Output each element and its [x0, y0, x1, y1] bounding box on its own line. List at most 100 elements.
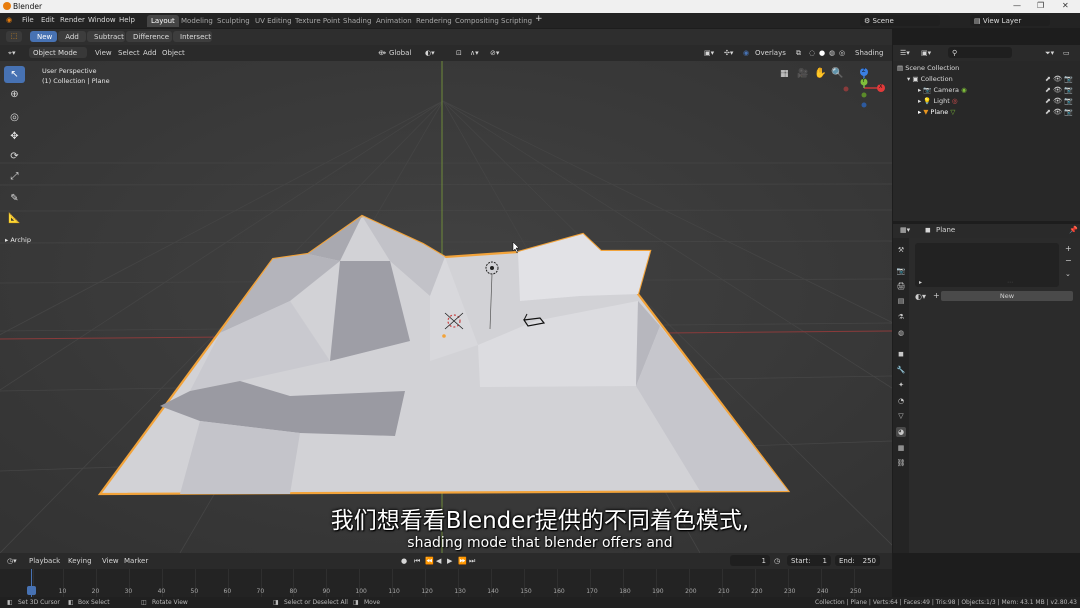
jump-end-icon[interactable]: ⏭ — [469, 557, 475, 566]
gizmo-toggle-icon[interactable]: ✣▾ — [724, 49, 733, 57]
timeline-editor-icon[interactable]: ◷▾ — [7, 557, 17, 565]
list-expand-icon[interactable]: ▸ — [919, 279, 922, 286]
menu-marker[interactable]: Marker — [124, 557, 148, 565]
box-select-tool-icon[interactable]: ⬚ — [6, 31, 22, 42]
shading-rendered-icon[interactable]: ◎ — [839, 49, 845, 57]
shading-solid-icon[interactable]: ● — [819, 49, 825, 57]
cursor-tool-icon[interactable]: ⊕ — [4, 86, 25, 103]
shading-lookdev-icon[interactable]: ◍ — [829, 49, 835, 57]
close-icon[interactable]: ✕ — [1062, 1, 1069, 10]
physics-tab-icon[interactable]: ◔ — [896, 396, 906, 406]
scene-selector[interactable]: ⚙ Scene — [860, 15, 940, 26]
menu-add[interactable]: Add — [143, 49, 157, 57]
end-frame-field[interactable]: End: 250 — [835, 555, 880, 566]
snap-icon[interactable]: ⊡ — [456, 49, 462, 57]
menu-window[interactable]: Window — [88, 16, 116, 24]
tab-compositing[interactable]: Compositing — [451, 15, 503, 27]
maximize-icon[interactable]: ❐ — [1037, 1, 1044, 10]
blender-menu-icon[interactable]: ◉ — [6, 16, 12, 24]
pivot-icon[interactable]: ◐▾ — [425, 49, 435, 57]
tab-layout[interactable]: Layout — [147, 15, 179, 27]
tab-modeling[interactable]: Modeling — [177, 15, 217, 27]
texture-tab-icon[interactable]: ▦ — [896, 443, 906, 453]
view-layer-selector[interactable]: ▤ View Layer — [970, 15, 1050, 26]
jump-keyframe-forward-icon[interactable]: ⏩ — [458, 557, 467, 565]
jump-keyframe-back-icon[interactable]: ⏪ — [425, 557, 434, 565]
current-frame-field[interactable]: 1 — [730, 555, 770, 566]
output-tab-icon[interactable]: 🖨 — [896, 281, 906, 291]
pin-icon[interactable]: 📌 — [1069, 226, 1078, 234]
material-browse-icon[interactable]: ◐▾ — [915, 292, 926, 301]
record-icon[interactable]: ● — [401, 557, 407, 565]
start-frame-field[interactable]: Start: 1 — [787, 555, 831, 566]
collection-exclude-icon[interactable]: ⬈ 👁 📷 — [1045, 75, 1073, 83]
new-material-button[interactable]: New — [941, 291, 1073, 301]
constraints-tab-icon[interactable]: ⛓ — [896, 458, 906, 468]
viewport-visibility-icon[interactable]: ▣▾ — [704, 49, 714, 57]
pan-view-icon[interactable]: ✋ — [814, 68, 826, 79]
shading-dropdown[interactable]: Shading — [855, 49, 883, 57]
menu-playback[interactable]: Playback — [29, 557, 60, 565]
object-mode-dropdown[interactable]: Object Mode — [29, 47, 87, 58]
rotate-tool-icon[interactable]: ⟳ — [4, 148, 25, 165]
view-layer-tab-icon[interactable]: ▤ — [896, 296, 906, 306]
add-slot-icon[interactable]: + — [1065, 244, 1072, 253]
move-tool-icon-alt[interactable]: ◎ — [4, 109, 25, 126]
overlays-toggle-icon[interactable]: ◉ — [743, 49, 749, 57]
mode-subtract-button[interactable]: Subtract — [87, 31, 125, 42]
mode-new-button[interactable]: New — [30, 31, 57, 42]
tab-texture-point[interactable]: Texture Point — [291, 15, 344, 27]
3d-viewport[interactable]: Z X Y User Perspective (1) Collection | … — [0, 61, 892, 553]
material-tab-icon[interactable]: ◕ — [896, 427, 906, 437]
mode-add-button[interactable]: Add — [58, 31, 86, 42]
xray-toggle-icon[interactable]: ⧉ — [796, 49, 801, 58]
tab-shading[interactable]: Shading — [339, 15, 375, 27]
tab-rendering[interactable]: Rendering — [412, 15, 456, 27]
proportional-edit-icon[interactable]: ∧▾ — [470, 49, 479, 57]
play-reverse-icon[interactable]: ◀ — [436, 557, 441, 565]
move-tool-icon[interactable]: ✥ — [4, 128, 25, 145]
use-preview-range-icon[interactable]: ◷ — [774, 557, 780, 565]
menu-file[interactable]: File — [22, 16, 34, 24]
menu-timeline-view[interactable]: View — [102, 557, 119, 565]
world-tab-icon[interactable]: ◍ — [896, 328, 906, 338]
camera-visibility-icon[interactable]: ⬈ 👁 📷 — [1045, 86, 1073, 94]
jump-start-icon[interactable]: ⏮ — [414, 557, 420, 566]
menu-render[interactable]: Render — [60, 16, 85, 24]
menu-select[interactable]: Select — [118, 49, 140, 57]
render-tab-icon[interactable]: 📷 — [896, 266, 906, 276]
tab-sculpting[interactable]: Sculpting — [213, 15, 254, 27]
mode-difference-button[interactable]: Difference — [126, 31, 172, 42]
mode-intersect-button[interactable]: Intersect — [173, 31, 212, 42]
tab-uv-editing[interactable]: UV Editing — [251, 15, 296, 27]
menu-object[interactable]: Object — [162, 49, 185, 57]
menu-edit[interactable]: Edit — [41, 16, 55, 24]
archip-panel-label[interactable]: ▸ Archip — [5, 236, 31, 244]
display-mode-icon[interactable]: ▣▾ — [921, 49, 931, 57]
menu-help[interactable]: Help — [119, 16, 135, 24]
light-visibility-icon[interactable]: ⬈ 👁 📷 — [1045, 97, 1073, 105]
minimize-icon[interactable]: — — [1013, 1, 1021, 10]
plane-visibility-icon[interactable]: ⬈ 👁 📷 — [1045, 108, 1073, 116]
properties-editor-icon[interactable]: ▦▾ — [900, 226, 910, 234]
modifier-tab-icon[interactable]: 🔧 — [896, 365, 906, 375]
editor-type-icon[interactable]: ⌖▾ — [8, 49, 15, 58]
playhead-handle[interactable] — [27, 586, 36, 595]
shading-wireframe-icon[interactable]: ◌ — [809, 49, 815, 57]
material-slot-list[interactable]: ▸ ⋯ — [915, 243, 1059, 287]
menu-keying[interactable]: Keying — [68, 557, 92, 565]
list-resize-handle[interactable]: ⋯ — [1007, 279, 1013, 286]
tool-tab-icon[interactable]: ⚒ — [896, 245, 906, 255]
timeline[interactable]: 1102030405060708090100110120130140150160… — [0, 569, 892, 597]
toggle-camera-grid-icon[interactable]: ▦ — [780, 69, 789, 79]
add-workspace-icon[interactable]: + — [535, 14, 543, 24]
measure-tool-icon[interactable]: 📐 — [4, 210, 25, 227]
menu-view[interactable]: View — [95, 49, 112, 57]
object-tab-icon[interactable]: ◼ — [896, 349, 906, 359]
new-collection-icon[interactable]: ▭ — [1063, 49, 1070, 57]
outliner-editor-icon[interactable]: ☰▾ — [900, 49, 910, 57]
select-box-tool-icon[interactable]: ↖ — [4, 66, 25, 83]
filter-icon[interactable]: ⏷▾ — [1045, 49, 1054, 58]
data-tab-icon[interactable]: ▽ — [896, 411, 906, 421]
zoom-view-icon[interactable]: 🔍 — [831, 68, 843, 79]
